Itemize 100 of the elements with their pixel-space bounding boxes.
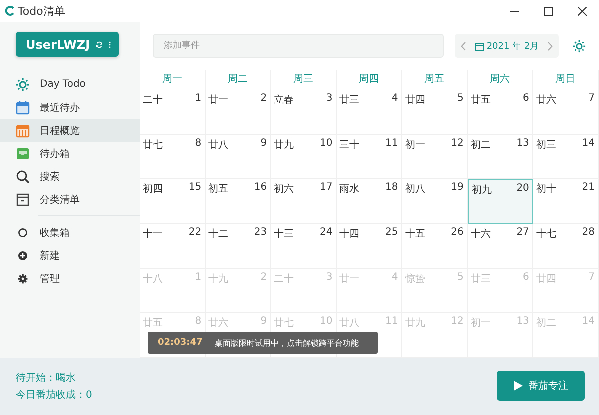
weekday-label: 周五 (424, 74, 445, 85)
day-cell[interactable]: 廿四 5 (402, 90, 468, 135)
day-number: 27 (516, 227, 530, 238)
day-cell[interactable]: 初三 14 (533, 134, 599, 180)
day-cell[interactable]: 廿六 7 (533, 90, 599, 135)
day-cell[interactable]: 十七 28 (533, 224, 599, 269)
day-cell[interactable]: 立春 3 (271, 90, 337, 135)
day-number: 19 (451, 182, 464, 194)
lunar-date: 十一 (143, 228, 163, 241)
lunar-date: 惊蛰 (405, 272, 426, 286)
sun-icon[interactable] (573, 40, 586, 52)
lunar-date: 十四 (340, 228, 360, 241)
day-cell[interactable]: 十六 27 (468, 224, 534, 269)
sidebar-item[interactable]: 日程概览 (0, 119, 140, 142)
status-text: 今日番茄收成：0 (16, 388, 92, 402)
lunar-date: 十三 (274, 228, 294, 241)
weekday-label: 周六 (490, 74, 510, 85)
day-cell[interactable]: 十五 26 (402, 224, 468, 269)
sidebar-item[interactable]: 待办箱 (0, 142, 140, 165)
lunar-date: 初一 (470, 316, 491, 330)
day-cell[interactable]: 十二 23 (206, 224, 272, 269)
day-cell[interactable]: 廿八 9 (206, 134, 272, 180)
day-cell[interactable]: 雨水 18 (336, 179, 402, 224)
chevron-left-icon[interactable] (461, 42, 466, 50)
day-cell[interactable]: 廿一 2 (206, 90, 272, 135)
focus-button[interactable]: 番茄专注 (497, 371, 585, 401)
day-cell[interactable]: 廿三 4 (336, 90, 402, 135)
user-button[interactable]: UserLWZJ (16, 32, 119, 57)
day-number: 11 (386, 316, 398, 328)
lunar-date: 廿三 (470, 272, 491, 286)
weekday-label: 周四 (358, 74, 379, 85)
trial-toast[interactable]: 02:03:47 桌面版限时试用中，点击解锁跨平台功能 (148, 332, 378, 354)
sidebar-item[interactable]: 分类清单 (0, 188, 140, 211)
lunar-date: 初六 (274, 182, 294, 196)
day-number: 25 (386, 227, 398, 238)
day-cell[interactable]: 初四 15 (140, 179, 206, 224)
day-number: 6 (523, 93, 530, 104)
lunar-date: 廿六 (208, 316, 229, 330)
day-number: 8 (195, 316, 202, 328)
day-number: 9 (260, 138, 268, 149)
day-number: 10 (320, 316, 333, 328)
day-cell[interactable]: 初六 17 (271, 179, 337, 224)
lunar-date: 廿八 (340, 316, 360, 330)
sidebar-item[interactable]: 新建 (0, 244, 140, 267)
day-cell[interactable]: 三十 11 (336, 134, 402, 180)
sidebar-item[interactable]: 收集箱 (0, 221, 140, 244)
day-number: 6 (523, 272, 530, 283)
lunar-date: 立春 (274, 94, 294, 107)
sidebar-item[interactable]: Day Todo (0, 73, 140, 96)
sidebar-item[interactable]: 管理 (0, 267, 140, 290)
day-number: 1 (195, 272, 202, 283)
day-cell[interactable]: 廿九 10 (271, 134, 337, 180)
day-cell[interactable]: 初十 21 (533, 179, 599, 224)
lunar-date: 廿九 (405, 316, 426, 330)
day-number: 11 (386, 138, 398, 149)
day-number: 13 (516, 316, 530, 328)
lunar-date: 雨水 (340, 182, 360, 196)
lunar-date: 廿八 (208, 138, 229, 152)
lunar-date: 廿一 (340, 272, 360, 286)
add-event-field[interactable]: 添加事件 (153, 34, 444, 58)
day-number: 24 (320, 227, 333, 238)
day-number: 28 (582, 227, 595, 238)
play-icon (514, 381, 522, 391)
lunar-date: 廿九 (274, 138, 294, 152)
day-cell[interactable]: 十四 25 (336, 224, 402, 269)
calendar-icon (16, 124, 30, 138)
day-number: 14 (582, 138, 595, 149)
day-cell[interactable]: 初九 20 (468, 179, 534, 224)
weekday-label: 周日 (556, 74, 576, 85)
day-number: 14 (582, 316, 595, 328)
chevron-right-icon[interactable] (548, 42, 553, 50)
lunar-date: 十九 (208, 272, 229, 286)
countdown-time: 02:03:47 (158, 338, 203, 348)
sidebar-item[interactable]: 最近待办 (0, 96, 140, 119)
day-number: 7 (588, 272, 595, 283)
day-cell[interactable]: 初五 16 (206, 179, 272, 224)
day-number: 26 (451, 227, 464, 238)
day-cell[interactable]: 初一 12 (402, 134, 468, 180)
sidebar-item[interactable]: 搜索 (0, 165, 140, 188)
lunar-date: 初一 (405, 138, 426, 152)
status-text: 待开始：喝水 (16, 372, 77, 385)
day-cell[interactable]: 廿七 8 (140, 134, 206, 180)
day-number: 4 (392, 93, 398, 104)
lunar-date: 初二 (470, 138, 491, 152)
day-number: 12 (451, 316, 464, 328)
day-number: 15 (188, 182, 202, 194)
day-cell[interactable]: 十一 22 (140, 224, 206, 269)
calendar-icon (16, 100, 30, 114)
lunar-date: 十七 (536, 228, 556, 241)
day-cell[interactable]: 二十 1 (140, 90, 206, 135)
day-cell[interactable]: 廿五 6 (468, 90, 534, 135)
lunar-date: 初五 (208, 182, 229, 196)
day-number: 20 (516, 183, 530, 194)
day-number: 22 (188, 227, 202, 238)
lunar-date: 廿一 (208, 94, 229, 107)
day-cell[interactable]: 十三 24 (271, 224, 337, 269)
lunar-date: 廿四 (405, 94, 426, 107)
calendar-icon (474, 42, 484, 50)
day-number: 3 (326, 93, 333, 104)
day-number: 7 (588, 93, 595, 104)
